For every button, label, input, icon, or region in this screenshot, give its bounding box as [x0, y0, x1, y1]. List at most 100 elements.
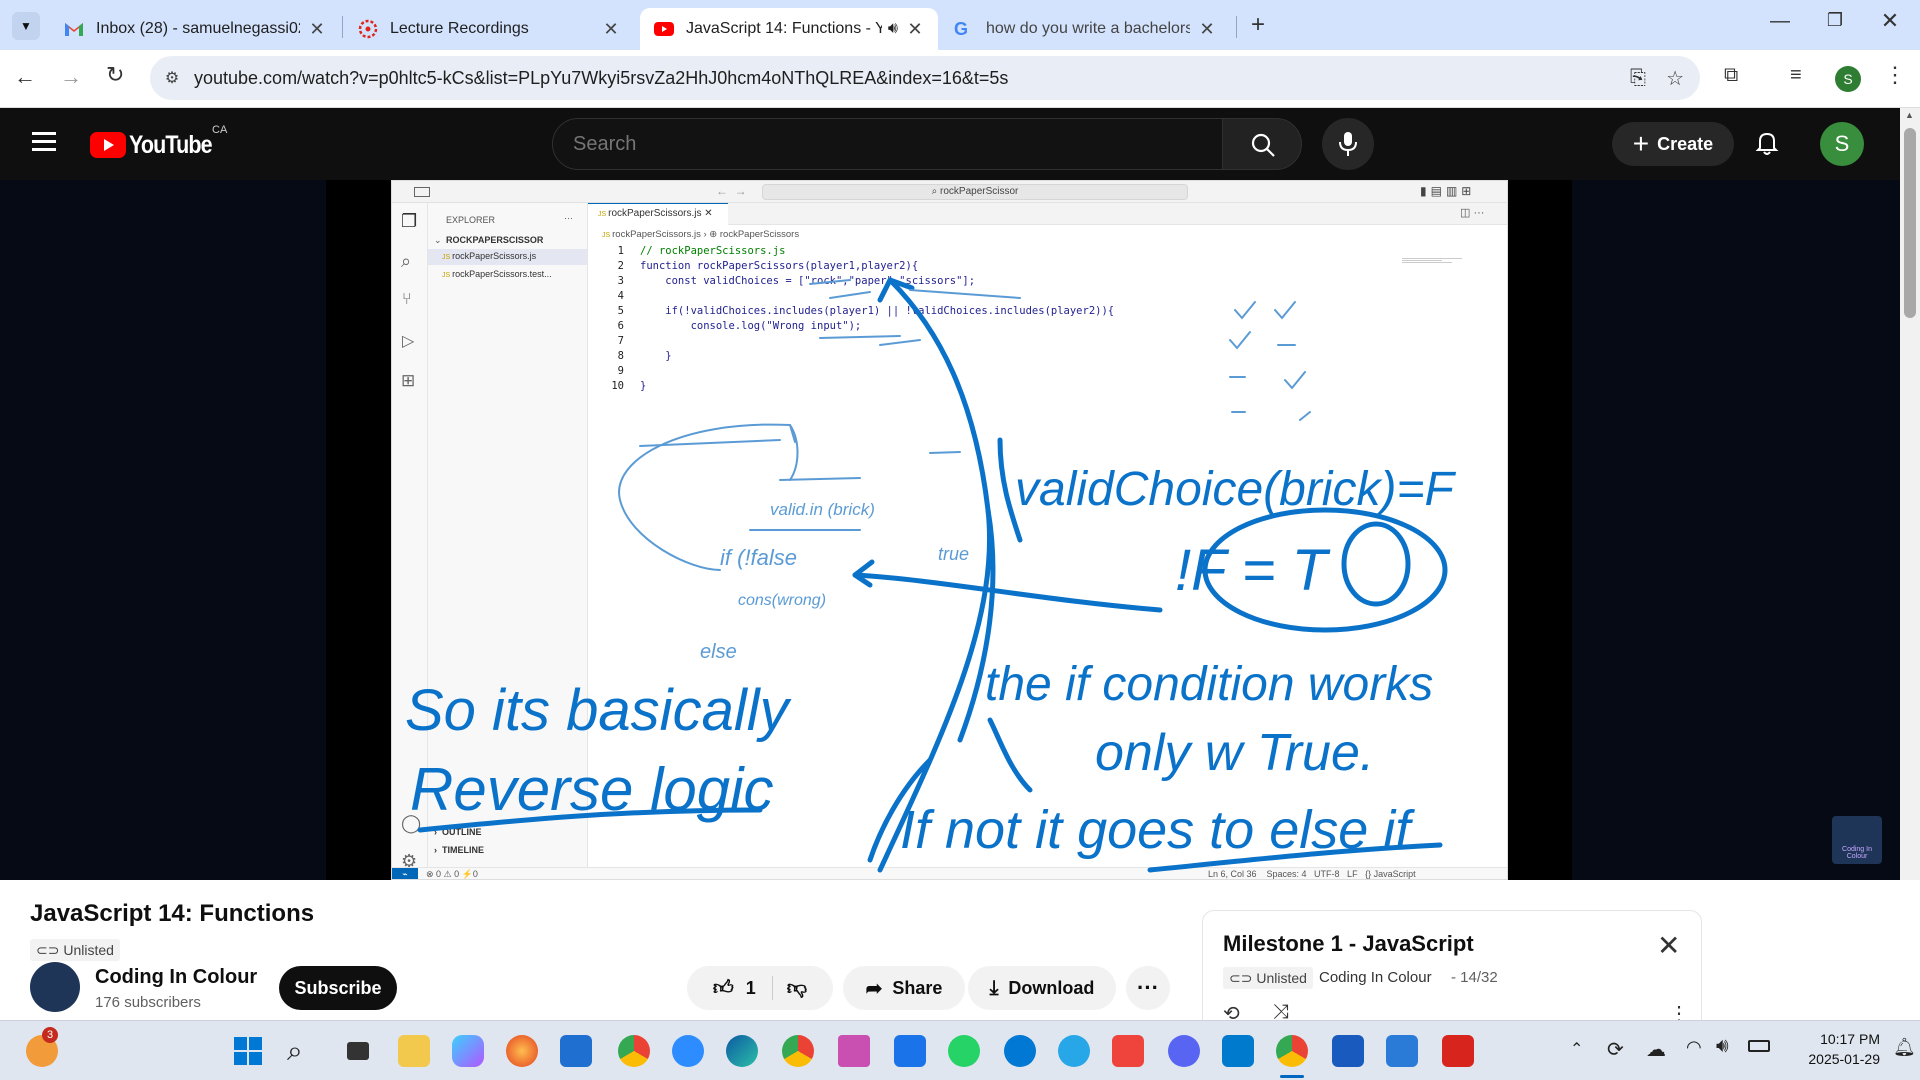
note-if-false: if (!false — [720, 545, 797, 570]
clock-date[interactable]: 2025-01-29 — [1790, 1051, 1880, 1067]
playlist-close-icon[interactable]: ✕ — [1657, 929, 1680, 962]
tab-youtube-active[interactable]: JavaScript 14: Functions - Yo 🔊︎ ✕ — [640, 8, 938, 50]
search-input[interactable] — [573, 133, 1173, 156]
subscriber-count: 176 subscribers — [95, 994, 201, 1011]
close-icon[interactable]: ✕ — [308, 19, 326, 40]
forward-button[interactable]: → — [60, 64, 82, 90]
keyboard-app-icon[interactable] — [894, 1035, 926, 1067]
subscribe-button[interactable]: Subscribe — [279, 966, 397, 1010]
like-button[interactable]: 👍︎ 1 — [713, 976, 773, 1000]
onedrive-icon[interactable]: ☁ — [1646, 1037, 1666, 1062]
back-button[interactable]: ← — [14, 64, 36, 90]
notifications-icon[interactable] — [1752, 128, 1782, 163]
profile-avatar[interactable]: S — [1835, 66, 1861, 92]
anydesk-icon[interactable] — [1112, 1035, 1144, 1067]
download-button[interactable]: ⤓ Download — [968, 966, 1116, 1010]
link-icon: ⊂⊃ — [36, 942, 60, 958]
install-app-icon[interactable]: ⎘ — [1630, 67, 1646, 90]
chrome-menu-icon[interactable]: ⋮ — [1884, 62, 1906, 88]
thumbs-down-icon[interactable]: 👎︎ — [787, 976, 807, 1000]
tab-title: Inbox (28) - samuelnegassi02@ — [96, 20, 300, 37]
reload-button[interactable]: ↻ — [106, 62, 124, 88]
circle-t — [1341, 521, 1411, 607]
skype-icon[interactable] — [1004, 1035, 1036, 1067]
firefox-icon[interactable] — [506, 1035, 538, 1067]
address-bar[interactable]: ⚙ youtube.com/watch?v=p0hltc5-kCs&list=P… — [150, 56, 1700, 100]
scroll-up-arrow[interactable]: ▲ — [1905, 110, 1914, 120]
file-explorer-icon[interactable] — [398, 1035, 430, 1067]
playlist-unlisted-badge: ⊂⊃ Unlisted — [1223, 967, 1313, 989]
photos-icon[interactable] — [1386, 1035, 1418, 1067]
share-button[interactable]: ➦ Share — [843, 966, 965, 1010]
zoom-icon[interactable] — [672, 1035, 704, 1067]
battery-icon[interactable] — [1748, 1040, 1770, 1052]
edge-icon[interactable] — [726, 1035, 758, 1067]
arrow-to-if — [852, 572, 1163, 613]
checkmarks — [1229, 301, 1311, 421]
search-icon[interactable]: ⌕ — [287, 1035, 319, 1067]
search-box[interactable] — [552, 118, 1224, 170]
microsoft-store-icon[interactable] — [560, 1035, 592, 1067]
playlist-position: - 14/32 — [1451, 969, 1498, 986]
avatar[interactable]: S — [1820, 122, 1864, 166]
close-icon[interactable]: ✕ — [1198, 19, 1216, 40]
acrobat-icon[interactable] — [1442, 1035, 1474, 1067]
tab-lecture-recordings[interactable]: Lecture Recordings ✕ — [344, 8, 634, 50]
tray-overflow-icon[interactable]: ⌃ — [1570, 1039, 1583, 1059]
scrollbar-thumb[interactable] — [1904, 128, 1916, 318]
tab-google-search[interactable]: G how do you write a bachelors d ✕ — [940, 8, 1230, 50]
create-button[interactable]: + Create — [1612, 122, 1734, 166]
discord-icon[interactable] — [1168, 1035, 1200, 1067]
note-true: true — [938, 544, 969, 564]
whatsapp-icon[interactable] — [948, 1035, 980, 1067]
close-icon[interactable]: ✕ — [602, 19, 620, 40]
vscode-icon[interactable] — [1222, 1035, 1254, 1067]
close-icon[interactable]: ✕ — [906, 19, 924, 40]
youtube-icon — [654, 22, 674, 36]
youtube-wordmark: YouTube — [129, 130, 213, 159]
tab-title: how do you write a bachelors d — [986, 20, 1190, 37]
video-player[interactable]: ← → ⌕ rockPaperScissor ▮▤▥⊞ ❐ ⌕ ⑂ ▷ ⊞ ◯ … — [0, 180, 1920, 880]
url-text[interactable]: youtube.com/watch?v=p0hltc5-kCs&list=PLp… — [194, 68, 1008, 89]
chrome-profile-icon[interactable] — [618, 1035, 650, 1067]
more-actions-button[interactable]: ··· — [1126, 966, 1170, 1010]
wifi-icon[interactable]: ◠ — [1686, 1037, 1702, 1058]
minimize-button[interactable]: — — [1760, 10, 1800, 40]
note-else: else — [700, 641, 737, 663]
thumbs-up-icon: 👍︎ — [712, 977, 734, 999]
bookmark-star-icon[interactable]: ☆ — [1666, 66, 1684, 91]
extensions-icon[interactable]: ⧉ — [1724, 64, 1738, 87]
clock-time[interactable]: 10:17 PM — [1800, 1031, 1880, 1047]
playlist-title[interactable]: Milestone 1 - JavaScript — [1223, 931, 1474, 957]
channel-avatar[interactable] — [30, 962, 80, 1012]
voice-search-button[interactable] — [1322, 118, 1374, 170]
playlist-channel[interactable]: Coding In Colour — [1319, 969, 1432, 986]
channel-name[interactable]: Coding In Colour — [95, 966, 257, 989]
windows-start-icon[interactable] — [232, 1035, 264, 1067]
site-settings-icon[interactable]: ⚙ — [150, 68, 194, 88]
media-controls-icon[interactable]: ≡ — [1790, 64, 1802, 87]
tab-gmail[interactable]: Inbox (28) - samuelnegassi02@ ✕ — [50, 8, 340, 50]
note-valid-in: valid.in (brick) — [770, 500, 875, 519]
tab-search-button[interactable]: ▼ — [12, 12, 40, 40]
restore-button[interactable]: ❐ — [1815, 10, 1855, 40]
close-window-button[interactable]: ✕ — [1870, 8, 1910, 38]
youtube-logo[interactable]: YouTube — [90, 130, 225, 160]
notification-bell-icon[interactable]: 🔔︎ — [1893, 1037, 1916, 1058]
telegram-icon[interactable] — [1058, 1035, 1090, 1067]
sync-icon[interactable]: ⟳ — [1607, 1037, 1624, 1062]
volume-icon[interactable]: 🔊︎ — [1716, 1035, 1729, 1058]
menu-icon[interactable] — [32, 132, 56, 152]
speaker-icon[interactable]: 🔊︎ — [888, 20, 898, 38]
more-icon: ··· — [1137, 975, 1159, 1000]
search-button[interactable] — [1222, 118, 1302, 170]
chrome-icon[interactable] — [782, 1035, 814, 1067]
chrome-active-icon[interactable] — [1276, 1035, 1308, 1067]
new-tab-button[interactable]: + — [1244, 12, 1272, 40]
copilot-icon[interactable] — [452, 1035, 484, 1067]
channel-watermark[interactable]: Coding In Colour — [1832, 816, 1882, 864]
snipping-tool-icon[interactable] — [838, 1035, 870, 1067]
word-icon[interactable] — [1332, 1035, 1364, 1067]
task-view-icon[interactable] — [342, 1035, 374, 1067]
tab-divider — [342, 16, 343, 38]
